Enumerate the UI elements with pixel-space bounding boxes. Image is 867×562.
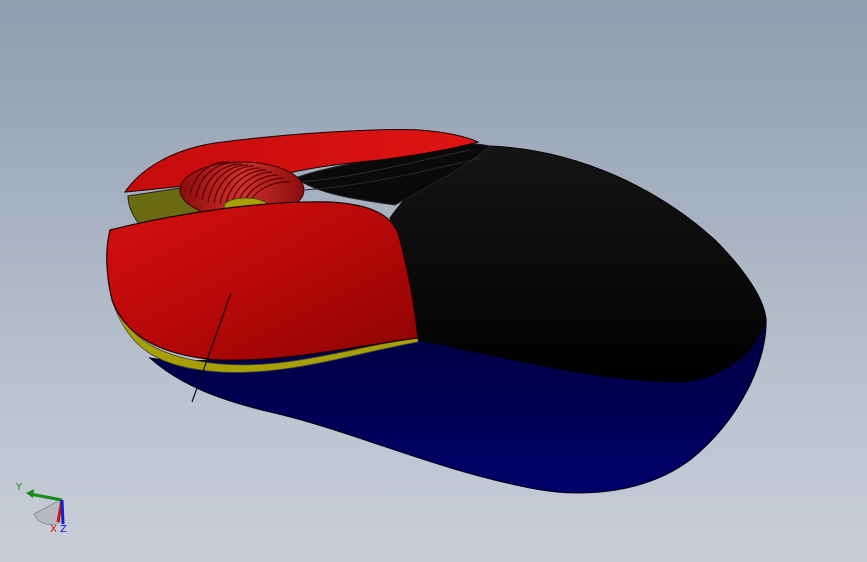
graphics-viewport[interactable]: Y X Z — [0, 0, 867, 562]
left-button — [106, 201, 419, 361]
triad-y-axis — [29, 492, 63, 502]
triad-z-axis — [60, 499, 65, 525]
mouse-3d-model[interactable] — [0, 0, 867, 562]
triad-x-label: X — [50, 524, 57, 535]
axis-triad[interactable]: Y X Z — [12, 476, 76, 538]
triad-y-label: Y — [15, 482, 23, 493]
triad-sphere — [33, 499, 61, 526]
triad-y-arrow — [26, 489, 34, 498]
triad-z-label: Z — [60, 524, 67, 535]
